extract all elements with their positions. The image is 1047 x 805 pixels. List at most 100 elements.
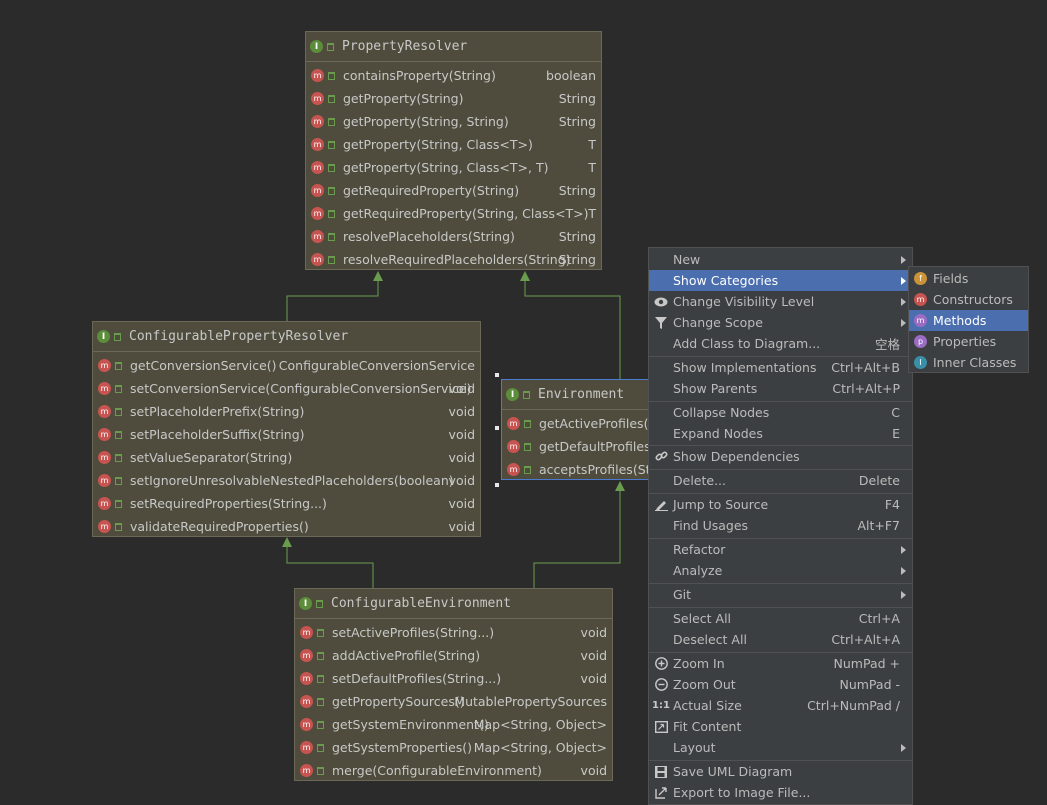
method-row[interactable]: m setActiveProfiles(String...) void	[295, 621, 612, 644]
menu-item-new[interactable]: New	[649, 249, 912, 270]
interface-icon: I	[97, 330, 110, 343]
method-row[interactable]: m getRequiredProperty(String) String	[306, 179, 601, 202]
method-name: setPlaceholderSuffix(String)	[130, 427, 305, 442]
method-return-type: ConfigurableConversionService	[278, 358, 475, 373]
class-configurable-environment[interactable]: I ConfigurableEnvironment m setActiveProf…	[294, 588, 613, 781]
method-row[interactable]: m resolvePlaceholders(String) String	[306, 225, 601, 248]
menu-item-find-usages[interactable]: Find Usages Alt+F7	[649, 515, 912, 536]
menu-item-layout[interactable]: Layout	[649, 737, 912, 758]
method-row[interactable]: m getProperty(String, Class<T>) T	[306, 133, 601, 156]
method-row[interactable]: m setPlaceholderSuffix(String) void	[93, 423, 480, 446]
submenu-item-properties[interactable]: p Properties	[909, 331, 1028, 352]
method-row[interactable]: m getProperty(String, String) String	[306, 110, 601, 133]
menu-item-expand-nodes[interactable]: Expand Nodes E	[649, 423, 912, 444]
method-row[interactable]: m merge(ConfigurableEnvironment) void	[295, 759, 612, 782]
method-row[interactable]: m setConversionService(ConfigurableConver…	[93, 377, 480, 400]
menu-item-analyze[interactable]: Analyze	[649, 560, 912, 581]
menu-item-add-class-to-diagram[interactable]: Add Class to Diagram... 空格	[649, 333, 912, 354]
method-name: setRequiredProperties(String...)	[130, 496, 327, 511]
submenu-item-inner-classes[interactable]: I Inner Classes	[909, 352, 1028, 373]
method-name: acceptsProfiles(Str	[539, 462, 656, 477]
method-row[interactable]: m getSystemProperties() Map<String, Object…	[295, 736, 612, 759]
method-row[interactable]: m resolveRequiredPlaceholders(String) Stri…	[306, 248, 601, 271]
class-configurable-property-resolver[interactable]: I ConfigurablePropertyResolver m getConve…	[92, 321, 481, 537]
public-lock-icon	[328, 117, 335, 126]
constructor-icon: m	[914, 293, 927, 306]
method-row[interactable]: m getRequiredProperty(String, Class<T>) T	[306, 202, 601, 225]
submenu-item-methods[interactable]: m Methods	[909, 310, 1028, 331]
class-property-resolver[interactable]: I PropertyResolver m containsProperty(Str…	[305, 31, 602, 270]
submenu-item-fields[interactable]: f Fields	[909, 268, 1028, 289]
method-name: getProperty(String, Class<T>, T)	[343, 160, 549, 175]
selection-handle[interactable]	[495, 483, 499, 487]
method-name: validateRequiredProperties()	[130, 519, 309, 534]
method-row[interactable]: m setRequiredProperties(String...) void	[93, 492, 480, 515]
public-lock-icon	[317, 766, 324, 775]
method-name: getProperty(String, String)	[343, 114, 509, 129]
menu-item-zoom-out[interactable]: Zoom Out NumPad -	[649, 674, 912, 695]
menu-item-collapse-nodes[interactable]: Collapse Nodes C	[649, 402, 912, 423]
menu-item-show-dependencies[interactable]: Show Dependencies	[649, 446, 912, 467]
method-row[interactable]: m getSystemEnvironment() Map<String, Objec…	[295, 713, 612, 736]
menu-item-label: Select All	[673, 611, 732, 626]
method-name: getSystemEnvironment()	[332, 717, 489, 732]
method-row[interactable]: m getConversionService() ConfigurableConve…	[93, 354, 480, 377]
menu-item-show-categories[interactable]: Show Categories	[649, 270, 912, 291]
method-row[interactable]: m setDefaultProfiles(String...) void	[295, 667, 612, 690]
method-row[interactable]: m getProperty(String, Class<T>, T) T	[306, 156, 601, 179]
menu-item-change-scope[interactable]: Change Scope	[649, 312, 912, 333]
method-row[interactable]: m containsProperty(String) boolean	[306, 64, 601, 87]
menu-item-deselect-all[interactable]: Deselect All Ctrl+Alt+A	[649, 629, 912, 650]
method-return-type: void	[580, 671, 607, 686]
method-icon: m	[300, 741, 313, 754]
method-icon: m	[98, 497, 111, 510]
method-name: resolvePlaceholders(String)	[343, 229, 515, 244]
method-row[interactable]: m setIgnoreUnresolvableNestedPlaceholders…	[93, 469, 480, 492]
class-environment[interactable]: I Environment m getActiveProfiles() m getD…	[501, 379, 661, 480]
menu-item-save-uml-diagram[interactable]: Save UML Diagram	[649, 761, 912, 782]
menu-item-select-all[interactable]: Select All Ctrl+A	[649, 608, 912, 629]
method-return-type: T	[588, 160, 596, 175]
submenu-arrow-icon	[901, 743, 906, 752]
menu-item-show-implementations[interactable]: Show Implementations Ctrl+Alt+B	[649, 357, 912, 378]
method-name: getProperty(String, Class<T>)	[343, 137, 533, 152]
public-lock-icon	[317, 697, 324, 706]
method-row[interactable]: m setPlaceholderPrefix(String) void	[93, 400, 480, 423]
menu-item-fit-content[interactable]: Fit Content	[649, 716, 912, 737]
method-row[interactable]: m acceptsProfiles(Str	[502, 458, 660, 479]
menu-item-git[interactable]: Git	[649, 584, 912, 605]
method-return-type: T	[588, 206, 596, 221]
zoom-in-icon	[654, 657, 668, 671]
menu-item-jump-to-source[interactable]: Jump to Source F4	[649, 494, 912, 515]
public-lock-icon	[328, 94, 335, 103]
method-return-type: void	[580, 648, 607, 663]
menu-item-change-visibility-level[interactable]: Change Visibility Level	[649, 291, 912, 312]
method-row[interactable]: m validateRequiredProperties() void	[93, 515, 480, 538]
method-name: getActiveProfiles()	[539, 416, 654, 431]
method-row[interactable]: m getPropertySources() MutablePropertySour…	[295, 690, 612, 713]
method-list: m setActiveProfiles(String...) void m addAc…	[295, 619, 612, 782]
menu-item-shortcut: F4	[884, 497, 900, 512]
menu-item-label: Zoom Out	[673, 677, 736, 692]
menu-item-shortcut: C	[891, 405, 900, 420]
menu-item-delete[interactable]: Delete... Delete	[649, 470, 912, 491]
link-icon	[654, 450, 668, 464]
selection-handle[interactable]	[495, 426, 499, 430]
property-icon: p	[914, 335, 927, 348]
method-name: setValueSeparator(String)	[130, 450, 293, 465]
method-row[interactable]: m getActiveProfiles()	[502, 412, 660, 435]
method-return-type: void	[448, 404, 475, 419]
method-row[interactable]: m getProperty(String) String	[306, 87, 601, 110]
method-name: setIgnoreUnresolvableNestedPlaceholders(…	[130, 473, 454, 488]
menu-item-export-to-image-file[interactable]: Export to Image File...	[649, 782, 912, 803]
selection-handle[interactable]	[495, 373, 499, 377]
method-row[interactable]: m setValueSeparator(String) void	[93, 446, 480, 469]
menu-item-show-parents[interactable]: Show Parents Ctrl+Alt+P	[649, 378, 912, 399]
menu-item-actual-size[interactable]: 1:1 Actual Size Ctrl+NumPad /	[649, 695, 912, 716]
method-row[interactable]: m getDefaultProfiles(	[502, 435, 660, 458]
public-lock-icon	[523, 390, 530, 399]
menu-item-zoom-in[interactable]: Zoom In NumPad +	[649, 653, 912, 674]
method-row[interactable]: m addActiveProfile(String) void	[295, 644, 612, 667]
submenu-item-constructors[interactable]: m Constructors	[909, 289, 1028, 310]
menu-item-refactor[interactable]: Refactor	[649, 539, 912, 560]
